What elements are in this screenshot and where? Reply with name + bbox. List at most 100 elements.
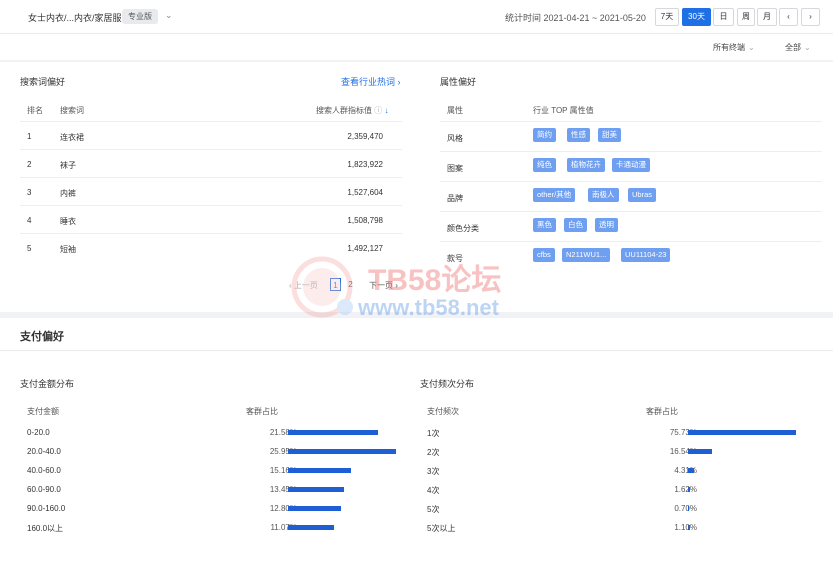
dist-label: 20.0-40.0 xyxy=(27,447,61,456)
rank-cell: 2 xyxy=(27,160,32,169)
amount-col-label: 支付金额 xyxy=(27,407,59,416)
index-value-cell: 1,508,798 xyxy=(347,216,383,225)
amount-col-pct: 客群占比 xyxy=(246,407,278,416)
prev-page-button[interactable]: ‹ 上一页 xyxy=(289,280,318,291)
table-row[interactable]: 1 连衣裙 2,359,470 xyxy=(20,121,402,150)
range-3-button[interactable]: 周 xyxy=(737,8,755,26)
terminal-dropdown[interactable]: 所有终端 ⌄ xyxy=(713,42,755,53)
dist-row: 2次 16.54% xyxy=(420,442,810,460)
dist-row: 160.0以上 11.07% xyxy=(20,518,410,536)
attr-tag[interactable]: 透明 xyxy=(595,218,618,232)
filter-bar: 所有终端 ⌄ 全部 ⌄ xyxy=(0,34,833,60)
dist-label: 3次 xyxy=(427,467,440,476)
scope-value: 全部 xyxy=(785,43,801,52)
rank-cell: 3 xyxy=(27,188,32,197)
dist-row: 90.0-160.0 12.80% xyxy=(20,499,410,517)
range-1-button[interactable]: 30天 xyxy=(682,8,711,26)
chevron-down-icon: ⌄ xyxy=(748,43,755,52)
page-2-button[interactable]: 2 xyxy=(345,278,356,291)
dist-row: 4次 1.62% xyxy=(420,480,810,498)
chevron-right-icon[interactable]: › xyxy=(801,8,820,26)
category-breadcrumb[interactable]: 女士内衣/...内衣/家居服 xyxy=(28,11,122,24)
attr-tag[interactable]: 性感 xyxy=(567,128,590,142)
col-keyword: 搜索词 xyxy=(60,106,84,115)
dist-row: 5次以上 1.10% xyxy=(420,518,810,536)
dist-pct: 1.62% xyxy=(674,485,697,494)
dist-label: 5次 xyxy=(427,505,440,514)
rank-cell: 4 xyxy=(27,216,32,225)
attr-tag[interactable]: 纯色 xyxy=(533,158,556,172)
attr-tag[interactable]: 黑色 xyxy=(533,218,556,232)
next-page-button[interactable]: 下一页 › xyxy=(369,280,398,291)
table-row[interactable]: 2 袜子 1,823,922 xyxy=(20,149,402,178)
dist-row: 5次 0.70% xyxy=(420,499,810,517)
index-value-cell: 2,359,470 xyxy=(347,132,383,141)
chevron-down-icon[interactable]: ⌄ xyxy=(165,10,173,21)
col-index[interactable]: 搜索人群指标值 ⓘ ↓ xyxy=(316,105,388,116)
page-1-button[interactable]: 1 xyxy=(330,278,341,291)
keyword-cell: 袜子 xyxy=(60,161,76,170)
dist-pct: 1.10% xyxy=(674,523,697,532)
attr-tag[interactable]: 南极人 xyxy=(588,188,619,202)
attr-tag[interactable]: Ubras xyxy=(628,188,657,202)
attr-label: 风格 xyxy=(447,134,463,143)
dist-bar xyxy=(288,449,396,454)
range-0-button[interactable]: 7天 xyxy=(655,8,679,26)
payment-panel: 支付偏好 支付金额分布 支付金额 客群占比 0-20.0 21.58% 20.0-4… xyxy=(0,318,833,580)
attr-label: 颜色分类 xyxy=(447,224,479,233)
dist-row: 1次 75.73% xyxy=(420,423,810,441)
attr-tag[interactable]: UU11104-23 xyxy=(621,248,671,262)
next-page-label: 下一页 xyxy=(369,281,393,290)
index-value-cell: 1,527,604 xyxy=(347,188,383,197)
attr-tag[interactable]: 简约 xyxy=(533,128,556,142)
table-row[interactable]: 3 内裤 1,527,604 xyxy=(20,177,402,206)
top-bar: 女士内衣/...内衣/家居服 专业版 ⌄ 统计时间 2021-04-21 ~ 2… xyxy=(0,0,833,34)
attr-pref-title: 属性偏好 xyxy=(440,77,477,87)
dist-bar xyxy=(688,487,690,492)
dist-row: 20.0-40.0 25.95% xyxy=(20,442,410,460)
attr-row: 品牌 other/其他 南极人 Ubras xyxy=(440,181,822,212)
freq-col-pct: 客群占比 xyxy=(646,407,678,416)
stat-time: 统计时间 2021-04-21 ~ 2021-05-20 xyxy=(505,13,646,23)
attr-tag[interactable]: N211WU1... xyxy=(562,248,611,262)
dist-bar xyxy=(688,449,712,454)
attr-label: 图案 xyxy=(447,164,463,173)
table-row[interactable]: 5 短袖 1,492,127 xyxy=(20,233,402,262)
attr-tag[interactable]: 卡通动漫 xyxy=(612,158,650,172)
dist-row: 60.0-90.0 13.45% xyxy=(20,480,410,498)
range-4-button[interactable]: 月 xyxy=(757,8,777,26)
sort-desc-icon[interactable]: ↓ xyxy=(384,106,388,115)
search-pref-title: 搜索词偏好 xyxy=(20,77,66,87)
col-rank: 排名 xyxy=(27,106,43,115)
dist-row: 0-20.0 21.58% xyxy=(20,423,410,441)
freq-col-label: 支付频次 xyxy=(427,407,459,416)
attr-tag[interactable]: cfbs xyxy=(533,248,555,262)
dist-row: 3次 4.31% xyxy=(420,461,810,479)
col-index-label: 搜索人群指标值 xyxy=(316,106,372,115)
attr-tag[interactable]: other/其他 xyxy=(533,188,576,202)
attr-row: 风格 简约 性感 甜美 xyxy=(440,121,822,152)
attr-tag[interactable]: 甜美 xyxy=(598,128,621,142)
freq-dist-title: 支付频次分布 xyxy=(420,379,475,389)
help-icon[interactable]: ⓘ xyxy=(374,106,382,115)
scope-dropdown[interactable]: 全部 ⌄ xyxy=(785,42,811,53)
col-top-attr: 行业 TOP 属性值 xyxy=(533,106,594,115)
dist-bar xyxy=(688,525,690,530)
pro-badge: 专业版 xyxy=(122,9,158,24)
range-2-button[interactable]: 日 xyxy=(713,8,734,26)
terminal-value: 所有终端 xyxy=(713,43,745,52)
attr-tag[interactable]: 白色 xyxy=(564,218,587,232)
dist-label: 1次 xyxy=(427,429,440,438)
view-hot-words-link[interactable]: 查看行业热词 › xyxy=(341,75,401,88)
attr-tag[interactable]: 植物花卉 xyxy=(567,158,605,172)
dist-label: 4次 xyxy=(427,486,440,495)
dist-bar xyxy=(688,468,694,473)
index-value-cell: 1,823,922 xyxy=(347,160,383,169)
chevron-left-icon[interactable]: ‹ xyxy=(779,8,798,26)
table-row[interactable]: 4 睡衣 1,508,798 xyxy=(20,205,402,234)
attr-label: 款号 xyxy=(447,254,463,263)
dist-bar xyxy=(288,506,341,511)
amount-dist-title: 支付金额分布 xyxy=(20,379,75,389)
preference-panel: 搜索词偏好 查看行业热词 › 排名 搜索词 搜索人群指标值 ⓘ ↓ 1 连衣裙 2,… xyxy=(0,62,833,312)
dist-label: 90.0-160.0 xyxy=(27,504,66,513)
